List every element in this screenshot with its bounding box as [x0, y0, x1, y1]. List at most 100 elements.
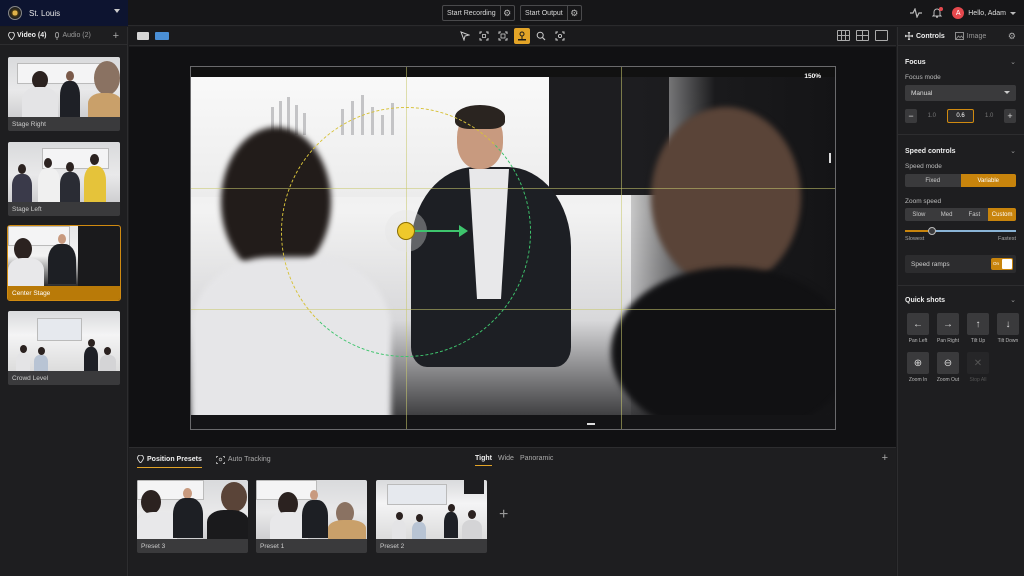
activity-icon[interactable] [910, 8, 923, 18]
focus-prev-value: 1.0 [927, 113, 936, 119]
start-output-button[interactable]: Start Output [521, 6, 567, 20]
notification-bell-icon[interactable] [932, 7, 944, 18]
arrow-left-icon[interactable]: ← [907, 313, 929, 335]
slider-handle[interactable] [927, 227, 936, 235]
viewer-toolbar [129, 27, 896, 46]
speed-mode-variable[interactable]: Variable [960, 174, 1016, 187]
zoom-in-icon[interactable]: ⊕ [907, 352, 929, 374]
preset-thumbnail [137, 480, 248, 539]
tab-auto-tracking[interactable]: Auto Tracking [215, 455, 271, 468]
zoom-icon[interactable] [533, 28, 549, 44]
video-stage: 150% [129, 47, 896, 447]
ptz-joystick-handle[interactable] [397, 222, 415, 240]
output-settings-gear-icon[interactable]: ⚙ [566, 6, 581, 20]
camera-center-stage[interactable]: Center Stage [7, 225, 121, 301]
move-icon [905, 32, 913, 40]
quick-shot-pan-right[interactable]: → Pan Right [934, 313, 962, 344]
arrow-up-icon[interactable]: ↑ [967, 313, 989, 335]
quick-shot-label: Stop All [969, 377, 987, 383]
preset-card[interactable]: Preset 2 [376, 480, 487, 553]
recording-settings-gear-icon[interactable]: ⚙ [499, 6, 514, 20]
pointer-icon[interactable] [457, 28, 473, 44]
zoom-speed-med[interactable]: Med [933, 208, 961, 221]
arrow-right-icon[interactable]: → [937, 313, 959, 335]
camera-label: Stage Right [12, 120, 46, 128]
collapse-chevron-icon[interactable]: ⌄ [1010, 296, 1016, 304]
avatar[interactable]: A [952, 7, 965, 19]
recording-control: Start Recording ⚙ [442, 5, 515, 21]
single-view-icon[interactable] [137, 32, 149, 40]
camera-crowd-level[interactable]: Crowd Level [8, 311, 120, 385]
zoom-out-icon[interactable]: ⊖ [937, 352, 959, 374]
quick-shot-label: Pan Right [937, 338, 959, 344]
zoom-speed-options: Slow Med Fast Custom [905, 208, 1016, 221]
tab-position-presets[interactable]: Position Presets [137, 455, 202, 468]
ptz-joystick-icon[interactable] [514, 28, 530, 44]
multi-view-icon[interactable] [155, 32, 169, 40]
add-preset-plus-icon[interactable]: + [499, 506, 508, 524]
decrement-button[interactable]: − [905, 109, 917, 123]
camera-stage-left[interactable]: Stage Left [8, 142, 120, 216]
collapse-chevron-icon[interactable]: ⌄ [1010, 147, 1016, 155]
quick-shot-zoom-out[interactable]: ⊖ Zoom Out [934, 352, 962, 383]
focus-mode-select[interactable]: Manual [905, 85, 1016, 101]
org-name: St. Louis [29, 8, 61, 18]
zoom-speed-fast[interactable]: Fast [961, 208, 989, 221]
arrow-down-icon[interactable]: ↓ [997, 313, 1019, 335]
quick-shot-label: Pan Left [908, 338, 928, 344]
mode-wide[interactable]: Wide [498, 455, 514, 466]
tab-image[interactable]: Image [954, 32, 986, 40]
speed-ramps-toggle[interactable]: On [991, 258, 1013, 270]
crop-select-icon[interactable] [495, 28, 511, 44]
horizontal-scroll-handle[interactable] [587, 423, 595, 425]
preset-card[interactable]: Preset 1 [256, 480, 367, 553]
zoom-speed-custom[interactable]: Custom [988, 208, 1016, 221]
focus-current-value[interactable]: 0.6 [946, 109, 975, 123]
quick-shot-pan-left[interactable]: ← Pan Left [904, 313, 932, 344]
camera-feed[interactable]: 150% [190, 66, 836, 430]
divider [898, 134, 1024, 135]
ptz-direction-vector [415, 230, 461, 232]
grid-none-icon[interactable] [875, 30, 888, 41]
slider-labels: Slowest Fastest [905, 236, 1016, 242]
add-preset-plus-icon[interactable]: + [882, 452, 888, 464]
start-recording-button[interactable]: Start Recording [443, 6, 500, 20]
zoom-speed-slider[interactable] [905, 227, 1016, 235]
controls-panel: Controls Image ⚙ Focus ⌄ Focus mode Manu… [897, 27, 1024, 576]
focus-target-icon[interactable] [552, 28, 568, 44]
preset-thumbnail [256, 480, 367, 539]
grid-3x3-icon[interactable] [837, 30, 850, 41]
tab-video[interactable]: Video (4) [8, 31, 46, 40]
collapse-chevron-icon[interactable]: ⌄ [1010, 58, 1016, 66]
audience-head [651, 107, 801, 287]
crop-expand-icon[interactable] [476, 28, 492, 44]
panel-settings-gear-icon[interactable]: ⚙ [1008, 31, 1016, 42]
ptz-arrow-icon [459, 225, 468, 237]
mode-panoramic[interactable]: Panoramic [520, 455, 553, 466]
tab-controls[interactable]: Controls [905, 32, 945, 40]
quick-shot-zoom-in[interactable]: ⊕ Zoom In [904, 352, 932, 383]
camera-stage-right[interactable]: Stage Right [8, 57, 120, 131]
speed-mode-fixed[interactable]: Fixed [905, 174, 961, 187]
zoom-speed-slow[interactable]: Slow [905, 208, 933, 221]
grid-2x2-icon[interactable] [856, 30, 869, 41]
add-source-plus-icon[interactable]: + [113, 30, 119, 42]
presets-panel: Position Presets Auto Tracking Tight Wid… [129, 447, 896, 576]
increment-button[interactable]: + [1004, 109, 1017, 123]
panel-tabs: Controls Image ⚙ [898, 27, 1024, 46]
tab-audio-label: Audio (2) [62, 32, 91, 39]
slider-min-label: Slowest [905, 236, 925, 242]
vertical-scroll-handle[interactable] [829, 153, 831, 163]
mode-tight[interactable]: Tight [475, 455, 492, 466]
speed-ramps-row: Speed ramps On [905, 255, 1016, 273]
tab-audio[interactable]: Audio (2) [54, 31, 91, 40]
quick-shot-tilt-up[interactable]: ↑ Tilt Up [964, 313, 992, 344]
preset-card[interactable]: Preset 3 [137, 480, 248, 553]
org-switcher[interactable]: St. Louis [0, 0, 128, 26]
quick-shot-label: Zoom Out [936, 377, 960, 383]
preset-tabs: Position Presets Auto Tracking [137, 455, 271, 468]
chevron-down-icon[interactable] [1010, 11, 1016, 15]
tab-label: Controls [916, 32, 945, 40]
quick-shot-tilt-down[interactable]: ↓ Tilt Down [994, 313, 1022, 344]
user-greeting[interactable]: Hello, Adam [968, 10, 1006, 17]
